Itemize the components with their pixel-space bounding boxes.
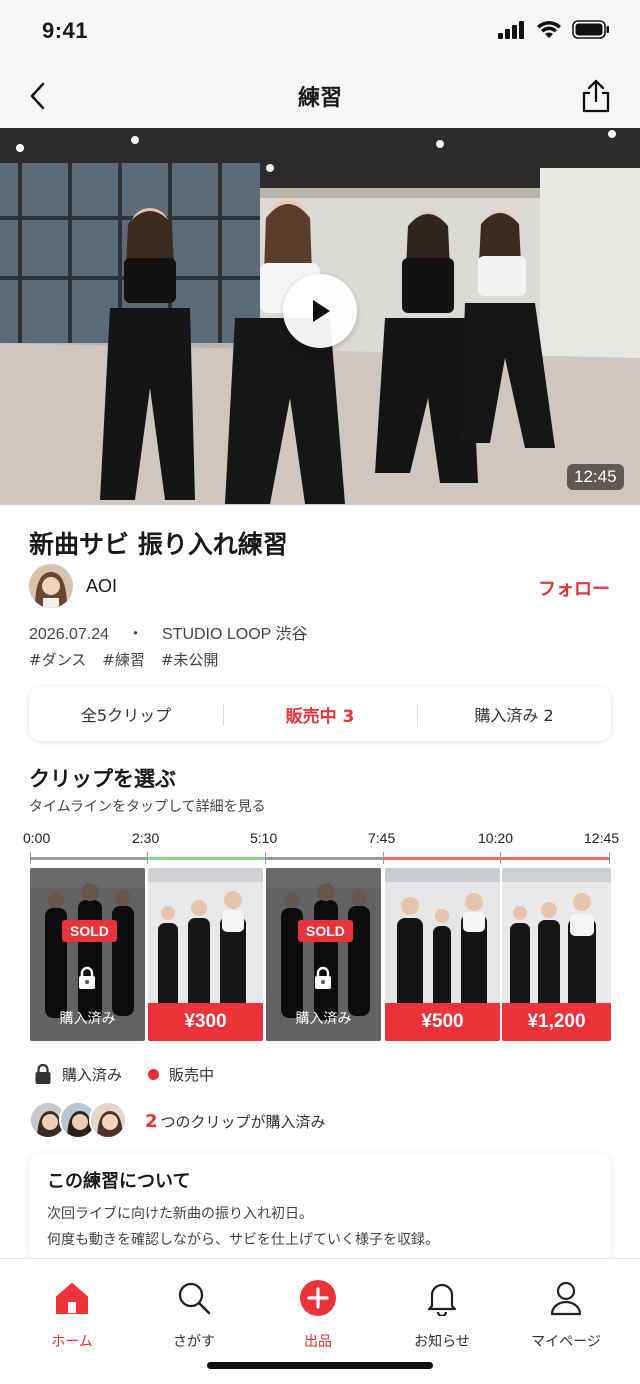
- tab-post[interactable]: 出品: [268, 1277, 368, 1351]
- purchase-summary: 2 つのクリップが購入済み: [145, 1111, 326, 1132]
- timeline-tick: [609, 852, 610, 864]
- status-time: 9:41: [42, 18, 89, 43]
- clip-card[interactable]: ¥500: [385, 868, 500, 1041]
- tag-item[interactable]: #ダンス: [29, 649, 86, 670]
- timeline-segment-purchased[interactable]: [30, 857, 147, 860]
- author-name[interactable]: AOI: [86, 576, 117, 597]
- purchase-count: 2: [145, 1111, 158, 1132]
- clip-price[interactable]: ¥1,200: [502, 1003, 611, 1041]
- stat-purchased[interactable]: 購入済み 2: [417, 702, 611, 726]
- clip-card[interactable]: ¥1,200: [502, 868, 611, 1041]
- search-icon: [144, 1277, 244, 1319]
- legend-on-sale: 販売中: [169, 1065, 215, 1084]
- timeline-tick-label: 0:00: [23, 830, 51, 846]
- tab-notifications[interactable]: お知らせ: [392, 1277, 492, 1351]
- signal-icon: [498, 20, 524, 39]
- plus-circle-icon: [268, 1277, 368, 1319]
- clip-card[interactable]: SOLD 購入済み: [30, 868, 145, 1041]
- home-icon: [22, 1277, 122, 1319]
- clip-price[interactable]: ¥300: [148, 1003, 263, 1041]
- stat-all-clips[interactable]: 全5クリップ: [29, 702, 223, 726]
- bell-icon: [392, 1277, 492, 1319]
- tab-search[interactable]: さがす: [144, 1277, 244, 1351]
- legend-purchased: 購入済み: [62, 1065, 123, 1084]
- wifi-icon: [537, 21, 561, 38]
- timeline-tick: [30, 852, 31, 864]
- about-text: 次回ライブに向けた新曲の振り入れ初日。 何度も動きを確認しながら、サビを仕上げて…: [47, 1201, 439, 1253]
- status-icons: [498, 20, 610, 39]
- buyer-avatars[interactable]: [29, 1101, 129, 1139]
- sold-badge: SOLD: [62, 920, 117, 942]
- play-icon: [313, 300, 330, 322]
- purchase-summary-text: つのクリップが購入済み: [160, 1113, 326, 1131]
- purchased-label: 購入済み: [59, 1011, 116, 1027]
- tag-item[interactable]: #練習: [102, 649, 145, 670]
- tab-home[interactable]: ホーム: [22, 1277, 122, 1351]
- home-indicator: [207, 1362, 433, 1369]
- tab-label: さがす: [173, 1334, 215, 1350]
- follow-button[interactable]: フォロー: [538, 575, 610, 601]
- timeline-segment-sale[interactable]: [147, 857, 265, 860]
- about-card: この練習について 次回ライブに向けた新曲の振り入れ初日。 何度も動きを確認しなが…: [29, 1153, 611, 1263]
- nav-bar: 練習: [0, 64, 640, 128]
- share-button[interactable]: [576, 76, 616, 116]
- timeline-tick-label: 10:20: [478, 830, 514, 846]
- clip-section-subtitle: タイムラインをタップして詳細を見る: [29, 799, 266, 815]
- about-title: この練習について: [47, 1171, 191, 1192]
- timeline-tick: [500, 852, 501, 864]
- timeline-segment-purchased[interactable]: [265, 857, 383, 860]
- author-avatar[interactable]: [29, 564, 73, 608]
- lock-icon: [77, 966, 97, 994]
- page-title: 練習: [297, 86, 342, 111]
- tag-list: #ダンス #練習 #未公開: [29, 649, 218, 670]
- video-player[interactable]: 12:45: [0, 128, 640, 505]
- timeline-segment-sale[interactable]: [383, 857, 500, 860]
- clip-legend: 購入済み 販売中: [34, 1063, 214, 1085]
- meta-separator: ・: [127, 626, 144, 643]
- tag-item[interactable]: #未公開: [161, 649, 219, 670]
- status-bar: 9:41: [0, 0, 640, 64]
- practice-location: STUDIO LOOP 渋谷: [162, 626, 308, 643]
- purchased-label: 購入済み: [295, 1011, 352, 1027]
- tab-mypage[interactable]: マイページ: [516, 1277, 616, 1351]
- lock-icon: [35, 1063, 51, 1084]
- practice-date: 2026.07.24: [29, 626, 110, 643]
- share-icon: [582, 79, 610, 113]
- timeline-segment-sale[interactable]: [500, 857, 610, 860]
- practice-title: 新曲サビ 振り入れ練習: [29, 530, 288, 559]
- sale-dot-icon: [148, 1068, 160, 1080]
- timeline-tick: [383, 852, 384, 864]
- practice-content: 新曲サビ 振り入れ練習 AOI フォロー 2026.07.24 ・ STUDIO…: [0, 505, 640, 1263]
- tab-label: 出品: [304, 1334, 332, 1350]
- timeline-tick: [147, 852, 148, 864]
- timeline-tick-label: 2:30: [132, 830, 160, 846]
- lock-icon: [313, 966, 333, 994]
- clip-price[interactable]: ¥500: [385, 1003, 500, 1041]
- about-line: 何度も動きを確認しながら、サビを仕上げていく様子を収録。: [47, 1232, 439, 1248]
- video-duration: 12:45: [567, 464, 624, 490]
- tab-label: マイページ: [531, 1334, 601, 1350]
- tab-label: お知らせ: [414, 1334, 470, 1350]
- practice-meta: 2026.07.24 ・ STUDIO LOOP 渋谷: [29, 620, 322, 644]
- timeline-tick: [265, 852, 266, 864]
- stat-on-sale[interactable]: 販売中 3: [223, 702, 417, 727]
- clip-section-title: クリップを選ぶ: [29, 767, 176, 791]
- play-button[interactable]: [283, 274, 357, 348]
- battery-icon: [572, 20, 609, 39]
- timeline-tick-label: 7:45: [368, 830, 396, 846]
- clip-card[interactable]: SOLD 購入済み: [266, 868, 381, 1041]
- user-icon: [516, 1277, 616, 1319]
- clip-card[interactable]: ¥300: [148, 868, 263, 1041]
- avatar: [89, 1101, 127, 1139]
- clip-stats-card: 全5クリップ 販売中 3 購入済み 2: [29, 687, 611, 741]
- sold-badge: SOLD: [298, 920, 353, 942]
- timeline-tick-label: 12:45: [584, 830, 620, 846]
- tab-label: ホーム: [51, 1334, 93, 1350]
- avatar-image: [29, 564, 73, 608]
- about-line: 次回ライブに向けた新曲の振り入れ初日。: [47, 1206, 313, 1222]
- timeline-tick-label: 5:10: [250, 830, 278, 846]
